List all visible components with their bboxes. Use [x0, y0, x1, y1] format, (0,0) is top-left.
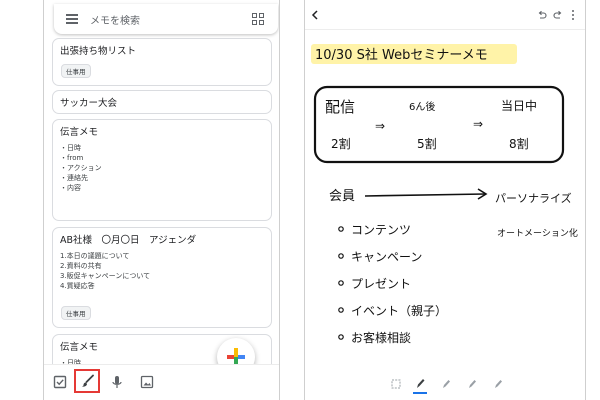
box-header: 配信: [325, 98, 355, 116]
bullet-item: プレゼント: [351, 277, 411, 291]
label-chip[interactable]: 仕事用: [61, 306, 91, 320]
arrow-line: [364, 193, 486, 197]
bullet-dot: [338, 226, 344, 232]
box-value: 5割: [417, 136, 437, 151]
note-line: 1.本日の議題について: [60, 252, 130, 260]
back-icon[interactable]: [309, 9, 321, 21]
note-title: サッカー大会: [60, 98, 118, 109]
undo-icon[interactable]: [537, 10, 547, 20]
bullet-item: イベント（親子）: [351, 304, 447, 318]
handwritten-title: 10/30 S社 Webセミナーメモ: [315, 47, 488, 63]
bullet-item: お客様相談: [351, 330, 411, 345]
arrow-glyph: ⇒: [473, 117, 483, 131]
select-tool-icon[interactable]: [391, 379, 401, 389]
bullet-item: コンテンツ: [351, 223, 411, 237]
note-line: ・内容: [60, 184, 81, 192]
pen-icon[interactable]: [415, 377, 426, 390]
keep-notes-screen: メモを検索 出張持ち物リスト 仕事用 サッカー大会 伝言メモ ・日時 ・from…: [43, 0, 280, 400]
redo-icon[interactable]: [553, 10, 563, 20]
eraser-icon[interactable]: [493, 378, 503, 390]
bullet-dot: [338, 307, 344, 313]
bullet-dot: [338, 253, 344, 259]
note-line: 2.資料の共有: [60, 262, 102, 270]
image-icon[interactable]: [140, 375, 154, 389]
drawing-screen: 10/30 S社 Webセミナーメモ 配信 6ん後 当日中 ⇒ ⇒ 2割 5割 …: [304, 0, 586, 400]
box-header: 当日中: [501, 98, 537, 113]
active-tool-indicator: [413, 392, 427, 394]
arrow-glyph: ⇒: [375, 119, 385, 133]
note-line: 4.質疑応答: [60, 282, 95, 290]
bullet-list: コンテンツ キャンペーン プレゼント イベント（親子） お客様相談: [338, 223, 447, 345]
note-card[interactable]: サッカー大会: [52, 90, 272, 114]
brush-icon[interactable]: [81, 374, 95, 388]
bullet-dot: [338, 334, 344, 340]
box-header: 6ん後: [409, 100, 435, 113]
section-heading: 会員: [329, 189, 355, 204]
note-line: ・アクション: [60, 164, 102, 172]
box-value: 8割: [509, 136, 529, 151]
note-line: 3.販促キャンペーンについて: [60, 272, 151, 280]
side-note: オートメーション化: [497, 227, 578, 239]
note-line: ・連絡先: [60, 174, 88, 182]
bottom-toolbar: [44, 364, 279, 400]
note-line: ・日時: [60, 144, 81, 152]
drawing-canvas[interactable]: 10/30 S社 Webセミナーメモ 配信 6ん後 当日中 ⇒ ⇒ 2割 5割 …: [305, 30, 586, 370]
pen-toolbar: [305, 372, 585, 400]
highlighter-icon[interactable]: [467, 378, 477, 390]
note-card[interactable]: AB社様 〇月〇日 アジェンダ 1.本日の議題について 2.資料の共有 3.販促…: [52, 227, 272, 328]
label-chip[interactable]: 仕事用: [61, 64, 91, 78]
note-title: 伝言メモ: [60, 127, 99, 138]
more-icon[interactable]: [570, 9, 576, 21]
arrow-target: パーソナライズ: [495, 191, 572, 205]
mic-icon[interactable]: [110, 375, 124, 389]
search-input[interactable]: メモを検索: [90, 12, 140, 27]
note-title: AB社様 〇月〇日 アジェンダ: [60, 235, 197, 246]
note-body: ・日時 ・from ・アクション ・連絡先 ・内容: [60, 143, 264, 193]
menu-icon[interactable]: [66, 14, 78, 24]
bullet-dot: [338, 280, 344, 286]
note-line: ・from: [60, 154, 84, 162]
note-title: 出張持ち物リスト: [60, 46, 137, 57]
bullet-item: キャンペーン: [351, 250, 422, 264]
checkbox-icon[interactable]: [53, 375, 67, 389]
marker-icon[interactable]: [441, 378, 451, 390]
search-bar[interactable]: メモを検索: [54, 4, 278, 34]
drawing-toolbar: [305, 0, 585, 30]
box-value: 2割: [331, 136, 351, 151]
note-body: 1.本日の議題について 2.資料の共有 3.販促キャンペーンについて 4.質疑応…: [60, 251, 264, 291]
note-card[interactable]: 出張持ち物リスト 仕事用: [52, 38, 272, 86]
note-card[interactable]: 伝言メモ ・日時 ・from ・アクション ・連絡先 ・内容: [52, 119, 272, 221]
grid-view-icon[interactable]: [252, 13, 264, 25]
